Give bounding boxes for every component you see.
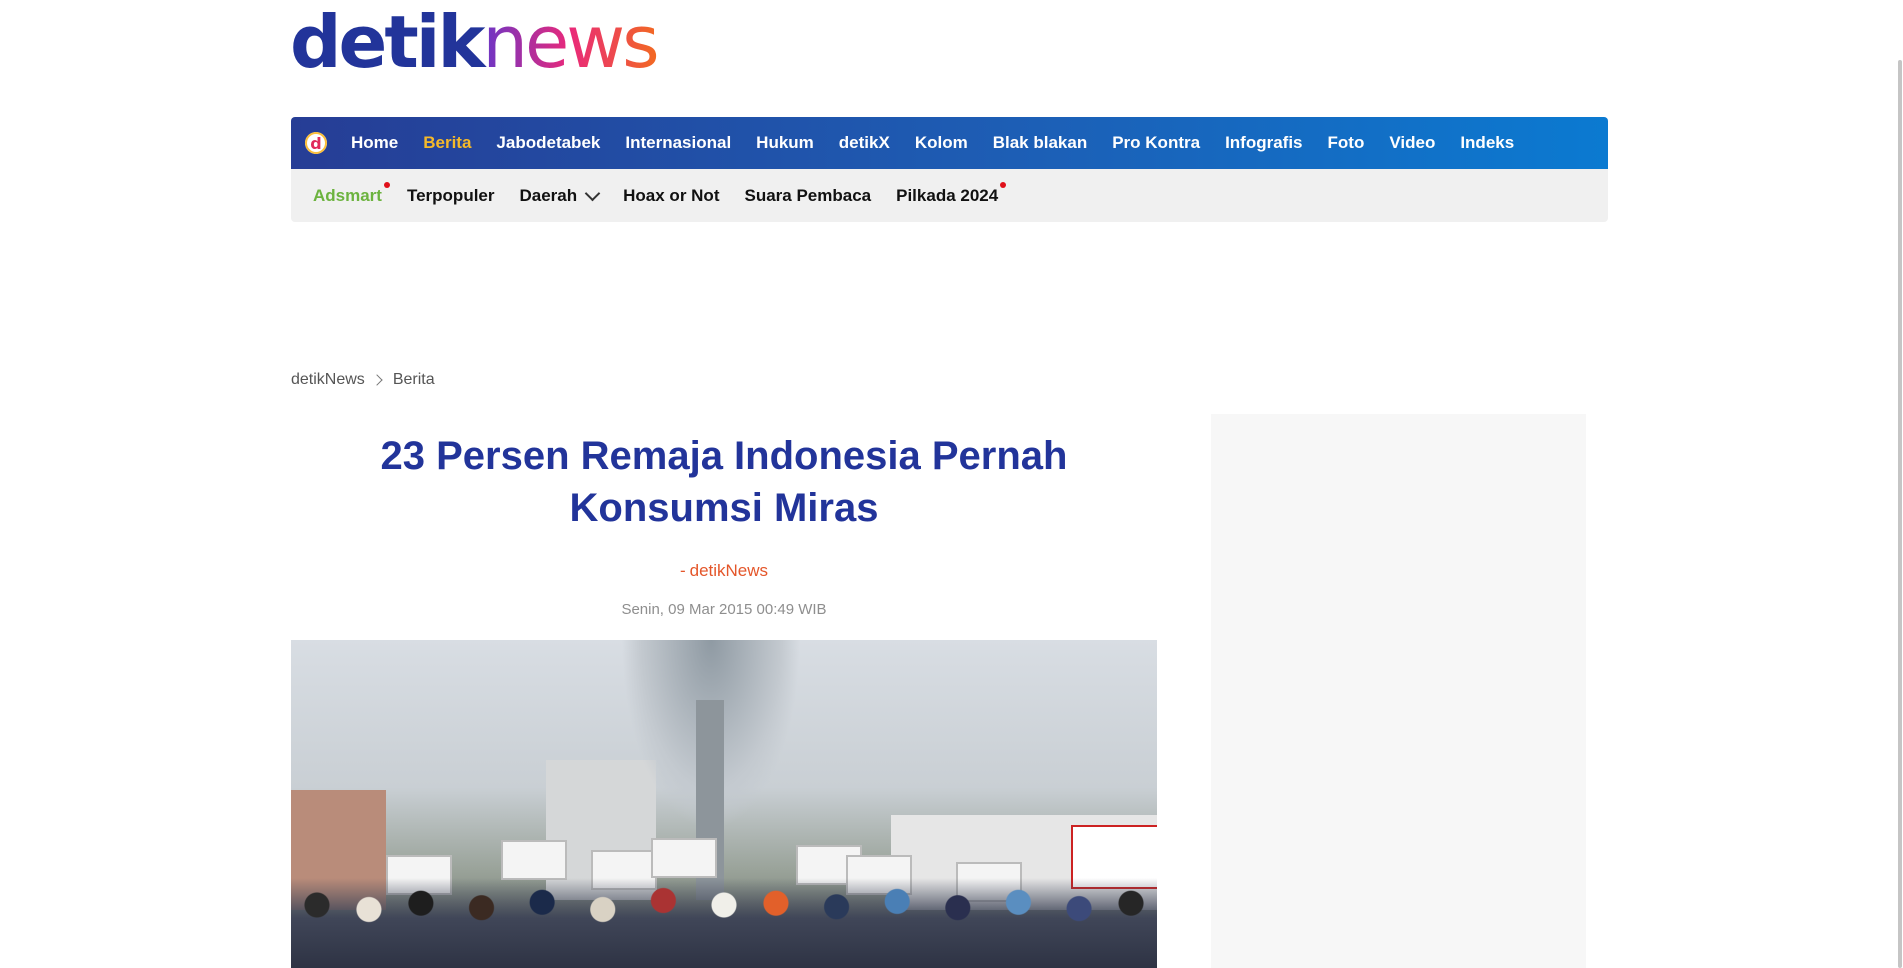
nav-item-kolom[interactable]: Kolom	[915, 133, 968, 153]
subnav-item-daerah-dropdown[interactable]: Daerah	[519, 185, 601, 206]
nav-item-jabodetabek[interactable]: Jabodetabek	[496, 133, 600, 153]
nav-item-foto[interactable]: Foto	[1328, 133, 1365, 153]
subnav-item-hoax-or-not[interactable]: Hoax or Not	[623, 186, 719, 206]
subnav-label-adsmart: Adsmart	[313, 185, 382, 205]
chevron-right-icon	[371, 374, 383, 386]
protest-sign	[501, 840, 567, 880]
subnav-label-pilkada-2024: Pilkada 2024	[896, 185, 999, 205]
page: detiknews d Home Berita Jabodetabek Inte…	[0, 0, 1903, 968]
notification-dot-icon	[1000, 181, 1007, 188]
subnav-label-daerah: Daerah	[519, 185, 578, 205]
logo-detik-text: detik	[290, 0, 485, 84]
subnav-label-suara-pembaca: Suara Pembaca	[744, 185, 872, 205]
nav-item-detikx[interactable]: detikX	[839, 133, 890, 153]
article-title: 23 Persen Remaja Indonesia Pernah Konsum…	[380, 434, 1068, 530]
scrollbar-thumb[interactable]	[1898, 60, 1902, 968]
subnav-item-suara-pembaca[interactable]: Suara Pembaca	[744, 186, 871, 206]
sidebar-ad-placeholder	[1211, 414, 1586, 968]
crowd-shape	[291, 878, 1157, 968]
subnav-label-terpopuler: Terpopuler	[406, 185, 495, 205]
nav-item-home[interactable]: Home	[351, 133, 398, 153]
article-header: 23 Persen Remaja Indonesia Pernah Konsum…	[291, 430, 1157, 618]
breadcrumb-item-detiknews[interactable]: detikNews	[291, 371, 365, 389]
breadcrumb-item-berita[interactable]: Berita	[393, 371, 435, 389]
nav-item-pro-kontra[interactable]: Pro Kontra	[1112, 133, 1200, 153]
article-date: Senin, 09 Mar 2015 00:49 WIB	[621, 601, 827, 618]
chevron-down-icon	[584, 185, 601, 201]
nav-item-indeks[interactable]: Indeks	[1460, 133, 1514, 153]
breadcrumb: detikNews Berita	[291, 371, 435, 389]
logo-news-text: news	[482, 0, 659, 84]
secondary-navigation: Adsmart Terpopuler Daerah Hoax or Not Su…	[291, 169, 1608, 222]
author-prefix: -	[679, 561, 686, 580]
vertical-scrollbar[interactable]	[1895, 0, 1903, 968]
subnav-item-terpopuler[interactable]: Terpopuler	[407, 186, 495, 206]
article-hero-image	[291, 640, 1157, 968]
primary-navigation: d Home Berita Jabodetabek Internasional …	[291, 117, 1608, 169]
subnav-label-hoax-or-not: Hoax or Not	[623, 185, 720, 205]
nav-item-internasional[interactable]: Internasional	[625, 133, 731, 153]
nav-item-infografis[interactable]: Infografis	[1225, 133, 1302, 153]
detik-d-logo-icon[interactable]: d	[305, 132, 327, 154]
nav-item-berita[interactable]: Berita	[423, 133, 471, 153]
protest-sign	[651, 838, 717, 878]
notification-dot-icon	[383, 181, 390, 188]
subnav-item-adsmart[interactable]: Adsmart	[313, 181, 390, 206]
nav-item-video[interactable]: Video	[1389, 133, 1435, 153]
detiknews-logo[interactable]: detiknews	[290, 4, 660, 80]
subnav-item-pilkada-2024[interactable]: Pilkada 2024	[896, 181, 1007, 206]
article-author: - detikNews	[291, 561, 1157, 581]
author-link[interactable]: detikNews	[690, 561, 768, 580]
nav-logo-letter: d	[310, 133, 322, 153]
nav-item-blak-blakan[interactable]: Blak blakan	[993, 133, 1088, 153]
nav-item-hukum[interactable]: Hukum	[756, 133, 814, 153]
